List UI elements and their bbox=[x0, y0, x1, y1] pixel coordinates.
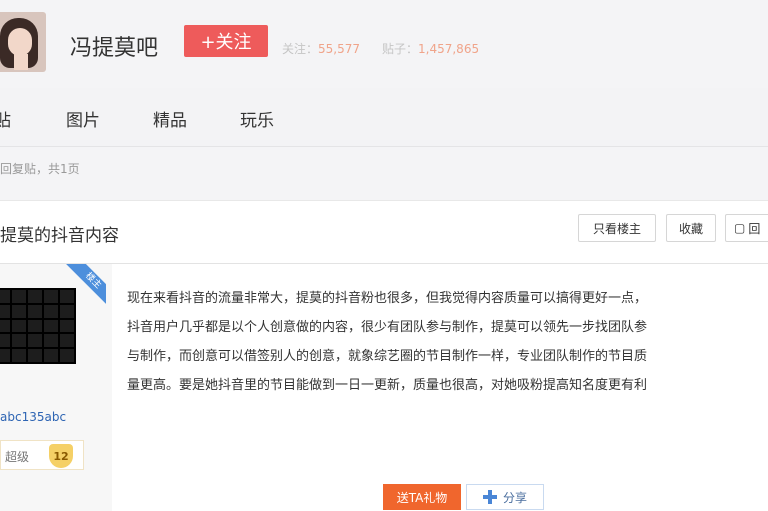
forum-nav: 贴 图片 精品 玩乐 bbox=[0, 88, 768, 147]
post-line: 量更高。要是她抖音里的节目能做到一日一更新，质量也很高，对她吸粉提高知名度更有利 bbox=[127, 378, 648, 393]
bar-title[interactable]: 冯提莫吧 bbox=[70, 30, 158, 62]
post-content: 现在来看抖音的流量非常大，提莫的抖音粉也很多，但我觉得内容质量可以搞得更好一点，… bbox=[127, 284, 767, 400]
follow-button[interactable]: +关注 bbox=[184, 25, 268, 57]
level-shield-icon: 12 bbox=[49, 444, 73, 468]
avatar-face bbox=[8, 28, 32, 56]
nav-tab-posts[interactable]: 贴 bbox=[0, 106, 11, 131]
level-title: 超级 bbox=[5, 450, 30, 464]
share-button-label: 分享 bbox=[502, 490, 527, 505]
send-gift-button[interactable]: 送TA礼物 bbox=[383, 484, 461, 510]
nav-tab-featured[interactable]: 精品 bbox=[153, 106, 187, 131]
bar-avatar[interactable] bbox=[0, 12, 46, 72]
follow-button-label: +关注 bbox=[200, 32, 252, 53]
forum-header: 冯提莫吧 +关注 关注：55,577 贴子：1,457,865 bbox=[0, 0, 768, 88]
post-title: 提莫的抖音内容 bbox=[0, 226, 119, 246]
reply-summary: 回复贴，共1页 bbox=[0, 162, 80, 176]
avatar-neck bbox=[14, 54, 28, 70]
username-link[interactable]: abc135abc bbox=[0, 410, 66, 424]
post-line: 与制作，而创意可以借签别人的创意，就象综艺圈的节目制作一样，专业团队制作的节目质 bbox=[127, 349, 648, 364]
favorite-button[interactable]: 收藏 bbox=[666, 214, 716, 242]
only-op-button[interactable]: 只看楼主 bbox=[578, 214, 656, 242]
share-plus-icon bbox=[482, 490, 497, 504]
reply-button-label: 回 bbox=[748, 221, 761, 236]
post-line: 抖音用户几乎都是以个人创意做的内容，很少有团队参与制作，提莫可以领先一步找团队参 bbox=[127, 320, 648, 335]
card-divider bbox=[0, 263, 768, 264]
nav-tab-images[interactable]: 图片 bbox=[66, 106, 100, 131]
user-avatar[interactable] bbox=[0, 288, 76, 364]
reply-button[interactable]: ▢ 回 bbox=[725, 214, 768, 242]
share-button[interactable]: 分享 bbox=[466, 484, 544, 510]
post-line: 现在来看抖音的流量非常大，提莫的抖音粉也很多，但我觉得内容质量可以搞得更好一点， bbox=[127, 291, 648, 306]
post-count: 贴子：1,457,865 bbox=[382, 42, 480, 56]
nav-tab-fun[interactable]: 玩乐 bbox=[240, 106, 274, 131]
follower-count: 关注：55,577 bbox=[282, 42, 361, 56]
op-badge: 楼主 bbox=[66, 264, 106, 304]
user-level[interactable]: 超级 12 bbox=[0, 440, 84, 470]
comment-icon: ▢ bbox=[734, 221, 746, 235]
